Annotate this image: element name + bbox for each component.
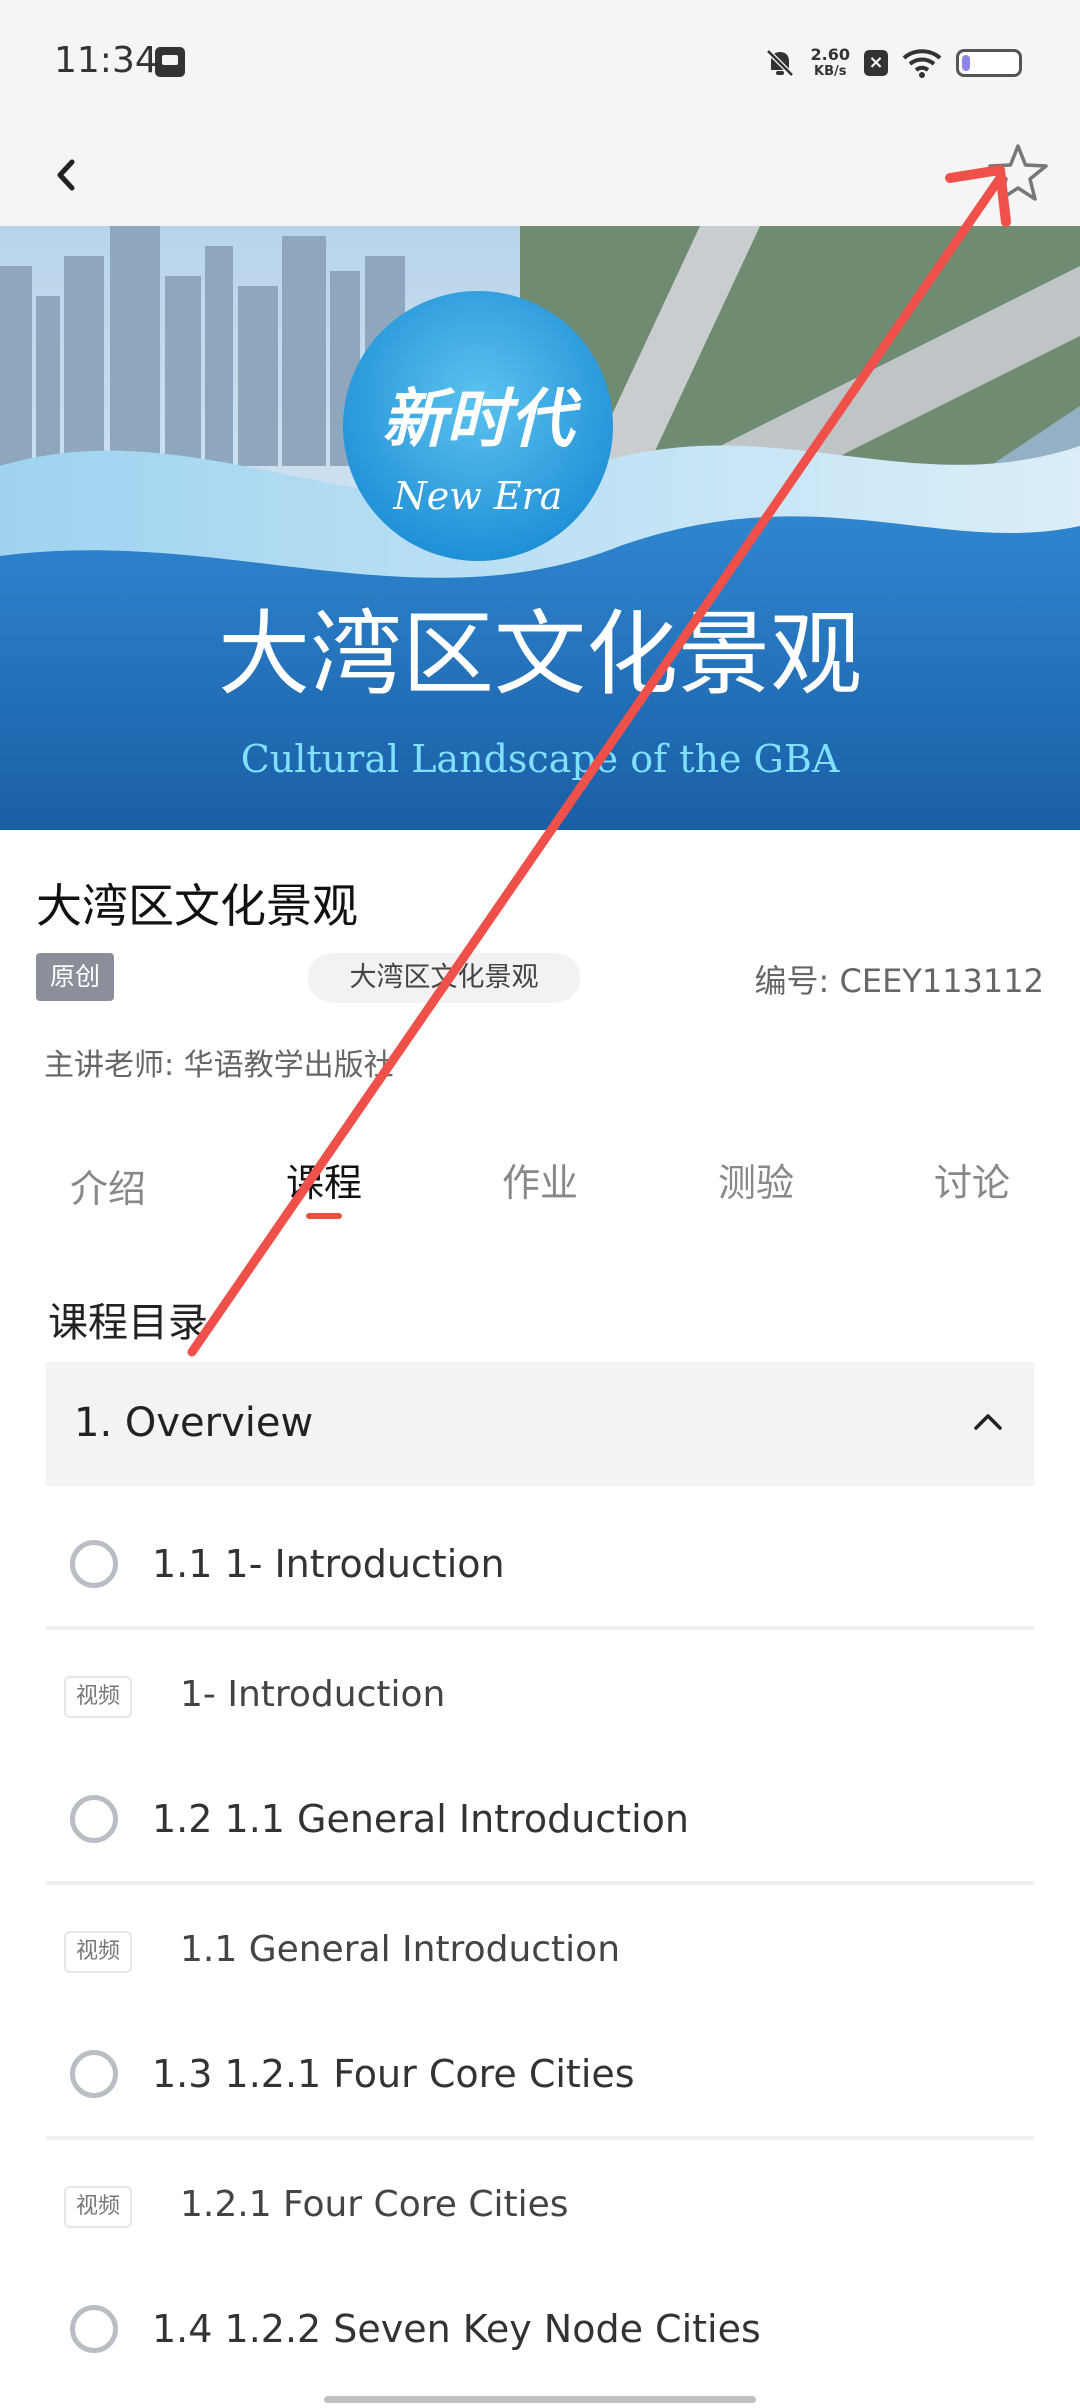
lesson-title: 1.2 1.1 General Introduction xyxy=(152,1797,689,1841)
wifi-icon xyxy=(902,49,942,78)
tab-discussion[interactable]: 讨论 xyxy=(934,1152,1010,1207)
lesson-row[interactable]: 1.4 1.2.2 Seven Key Node Cities xyxy=(46,2265,1034,2391)
chapter-header[interactable]: 1. Overview xyxy=(46,1362,1034,1486)
divider xyxy=(46,1881,1034,1885)
original-badge: 原创 xyxy=(36,953,115,1001)
video-item[interactable]: 视频 1.2.1 Four Core Cities xyxy=(46,2142,1034,2268)
course-code: 编号: CEEY113112 xyxy=(754,962,1044,1000)
lesson-row[interactable]: 1.1 1- Introduction xyxy=(46,1500,1034,1626)
divider xyxy=(46,2136,1034,2140)
chapter-title: 1. Overview xyxy=(74,1400,314,1446)
banner-title-en: Cultural Landscape of the GBA xyxy=(241,737,840,781)
sim-card-icon xyxy=(155,47,185,77)
banner-logo-en: New Era xyxy=(393,474,563,518)
video-item[interactable]: 视频 1.1 General Introduction xyxy=(46,1887,1034,2013)
video-title: 1- Introduction xyxy=(180,1674,446,1715)
catalog-title: 课程目录 xyxy=(48,1300,208,1346)
lesson-title: 1.4 1.2.2 Seven Key Node Cities xyxy=(152,2307,761,2351)
tab-course[interactable]: 课程 xyxy=(286,1152,362,1207)
tab-quiz[interactable]: 测验 xyxy=(718,1152,794,1207)
net-speed-unit: KB/s xyxy=(814,64,847,79)
banner-logo-cn: 新时代 xyxy=(382,382,582,457)
tab-homework[interactable]: 作业 xyxy=(502,1152,578,1207)
chevron-left-icon xyxy=(57,159,75,191)
lesson-status-circle xyxy=(70,2050,118,2098)
lesson-row[interactable]: 1.2 1.1 General Introduction xyxy=(46,1755,1034,1881)
chevron-up-icon[interactable] xyxy=(968,1402,1008,1442)
tab-intro[interactable]: 介绍 xyxy=(70,1158,146,1213)
lesson-row[interactable]: 1.3 1.2.1 Four Core Cities xyxy=(46,2010,1034,2136)
video-title: 1.1 General Introduction xyxy=(180,1929,621,1970)
net-speed: 2.60 KB/s xyxy=(811,46,850,80)
bell-muted-icon xyxy=(765,49,794,77)
course-banner: 新时代 New Era 大湾区文化景观 Cultural Landscape o… xyxy=(0,226,1080,830)
lesson-status-circle xyxy=(70,2305,118,2353)
favorite-button[interactable] xyxy=(980,136,1056,212)
video-badge: 视频 xyxy=(64,2186,133,2228)
teacher-label: 主讲老师: 华语教学出版社 xyxy=(44,1048,394,1083)
video-title: 1.2.1 Four Core Cities xyxy=(180,2184,569,2225)
star-outline-icon xyxy=(988,144,1048,201)
video-badge: 视频 xyxy=(64,1931,133,1973)
lesson-title: 1.1 1- Introduction xyxy=(152,1542,505,1586)
divider xyxy=(46,1626,1034,1630)
back-button[interactable] xyxy=(42,140,112,210)
lesson-title: 1.3 1.2.1 Four Core Cities xyxy=(152,2052,635,2096)
video-item[interactable]: 视频 1- Introduction xyxy=(46,1632,1034,1758)
status-bar: 11:34 2.60 KB/s × xyxy=(0,0,1080,128)
lesson-status-circle xyxy=(70,1540,118,1588)
course-tabs: 介绍 课程 作业 测验 讨论 xyxy=(0,1140,1080,1240)
banner-image: 新时代 New Era 大湾区文化景观 Cultural Landscape o… xyxy=(0,226,1080,830)
battery-level xyxy=(962,55,970,71)
home-indicator[interactable] xyxy=(324,2396,756,2403)
battery-icon xyxy=(956,49,1022,77)
active-tab-indicator xyxy=(306,1213,342,1219)
net-speed-value: 2.60 xyxy=(810,45,850,64)
course-title: 大湾区文化景观 xyxy=(36,879,358,933)
status-icons: 2.60 KB/s × xyxy=(763,40,1022,86)
video-badge: 视频 xyxy=(64,1676,133,1718)
lesson-status-circle xyxy=(70,1795,118,1843)
status-time: 11:34 xyxy=(54,40,158,81)
no-sim-icon: × xyxy=(864,50,888,76)
app-header xyxy=(0,128,1080,226)
banner-title-cn: 大湾区文化景观 xyxy=(218,601,862,708)
topic-tag[interactable]: 大湾区文化景观 xyxy=(308,953,580,1003)
